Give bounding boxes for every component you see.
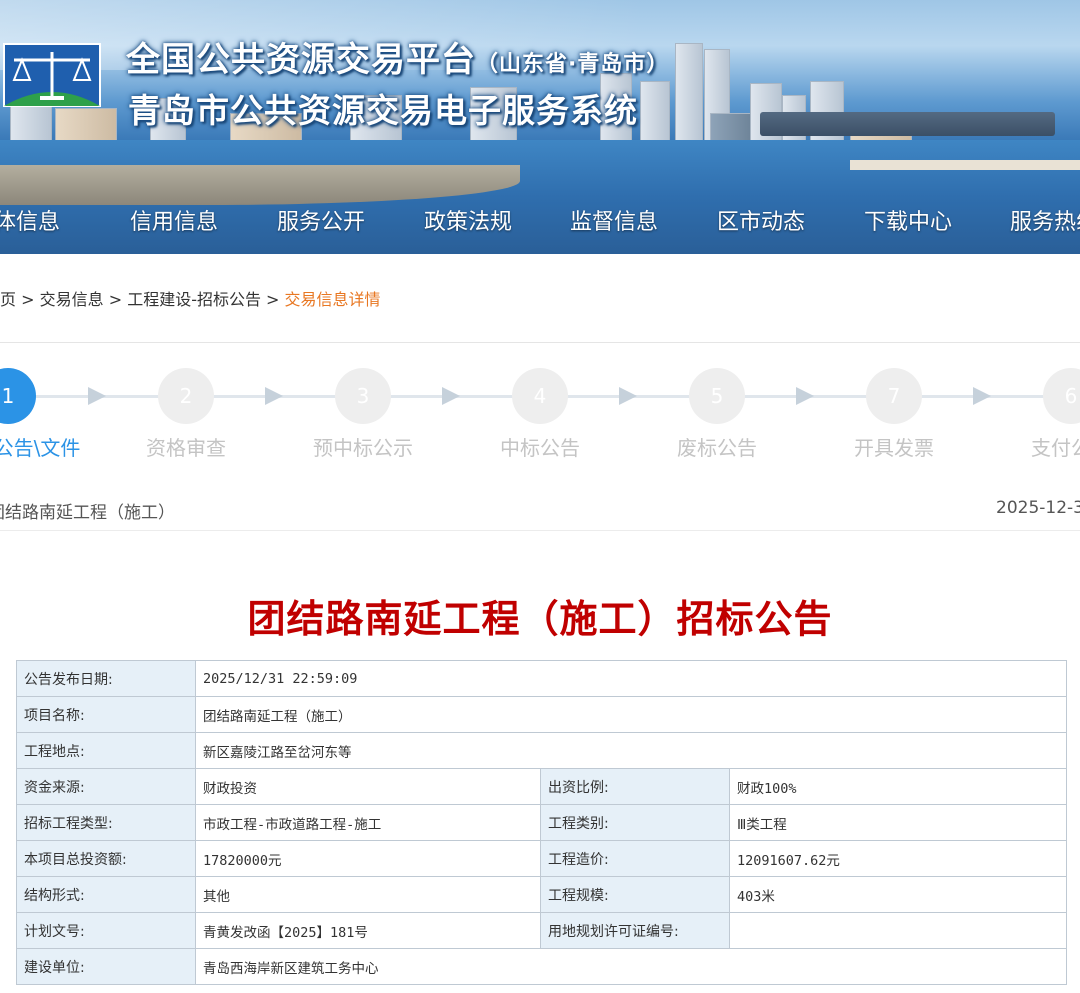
step-6-circle[interactable]: 6 [1043, 368, 1080, 424]
step-7-circle[interactable]: 7 [866, 368, 922, 424]
project-name-label: 项目名称: [16, 696, 196, 733]
plan-doc-value: 青黄发改函【2025】181号 [195, 912, 541, 949]
system-title: 青岛市公共资源交易电子服务系统 [128, 91, 638, 130]
step-1-circle[interactable]: 1 [0, 368, 36, 424]
project-category-value: Ⅲ类工程 [728, 804, 1068, 841]
pier-decoration [760, 112, 1055, 136]
breadcrumb-separator: > [16, 290, 40, 309]
structure-label: 结构形式: [16, 876, 196, 913]
nav-item-service-hotline[interactable]: 服务热线 [1010, 204, 1080, 236]
publish-date-value: 2025/12/31 22:59:09 [194, 660, 1068, 697]
builder-label: 建设单位: [16, 948, 196, 985]
project-category-label: 工程类别: [540, 804, 730, 841]
land-permit-label: 用地规划许可证编号: [540, 912, 730, 949]
table-row: 资金来源: 财政投资 出资比例: 财政100% [16, 768, 1068, 805]
project-cost-value: 12091607.62元 [728, 840, 1068, 877]
fund-source-value: 财政投资 [195, 768, 541, 805]
step-1-label[interactable]: 公告\文件 [0, 432, 117, 461]
bid-type-label: 招标工程类型: [16, 804, 196, 841]
step-arrow-icon [88, 387, 106, 405]
nav-item-policy-law[interactable]: 政策法规 [424, 204, 512, 236]
publish-date-label: 公告发布日期: [16, 660, 196, 697]
nav-item-download-center[interactable]: 下载中心 [864, 204, 952, 236]
main-nav: 主体信息 信用信息 服务公开 政策法规 监督信息 区市动态 下载中心 服务热线 [0, 196, 1080, 248]
table-row: 建设单位: 青岛西海岸新区建筑工务中心 [16, 948, 1068, 985]
step-7-label[interactable]: 开具发票 [814, 432, 974, 461]
breadcrumb-separator: > [260, 290, 285, 309]
fund-source-label: 资金来源: [16, 768, 196, 805]
project-cost-label: 工程造价: [540, 840, 730, 877]
step-4-circle[interactable]: 4 [512, 368, 568, 424]
step-6-label[interactable]: 支付公告 [990, 432, 1080, 461]
step-5-label[interactable]: 废标公告 [637, 432, 797, 461]
table-row: 结构形式: 其他 工程规模: 403米 [16, 876, 1068, 913]
divider [0, 342, 1080, 343]
step-arrow-icon [973, 387, 991, 405]
land-permit-value [728, 912, 1068, 949]
step-arrow-icon [265, 387, 283, 405]
platform-title-region: （山东省·青岛市） [476, 52, 670, 77]
total-investment-value: 17820000元 [195, 840, 541, 877]
breadcrumb: 首页 > 交易信息 > 工程建设-招标公告 > 交易信息详情 [0, 286, 381, 310]
table-row: 本项目总投资额: 17820000元 工程造价: 12091607.62元 [16, 840, 1068, 877]
step-4-label[interactable]: 中标公告 [460, 432, 620, 461]
divider [0, 530, 1080, 531]
total-investment-label: 本项目总投资额: [16, 840, 196, 877]
notice-title: 团结路南延工程（施工）招标公告 [247, 597, 833, 641]
publish-date-bar: 2025-12-31 [996, 498, 1080, 518]
step-3-circle[interactable]: 3 [335, 368, 391, 424]
step-3-label[interactable]: 预中标公示 [283, 432, 443, 461]
breadcrumb-separator: > [103, 290, 128, 309]
nav-item-credit-info[interactable]: 信用信息 [130, 204, 218, 236]
header-banner: 全国公共资源交易平台（山东省·青岛市） 青岛市公共资源交易电子服务系统 主体信息… [0, 0, 1080, 254]
fund-ratio-value: 财政100% [728, 768, 1068, 805]
step-arrow-icon [619, 387, 637, 405]
step-2-circle[interactable]: 2 [158, 368, 214, 424]
nav-item-service-disclosure[interactable]: 服务公开 [277, 204, 365, 236]
table-row: 招标工程类型: 市政工程-市政道路工程-施工 工程类别: Ⅲ类工程 [16, 804, 1068, 841]
project-title-bar: 团结路南延工程（施工） [0, 503, 175, 523]
breadcrumb-current: 交易信息详情 [284, 290, 381, 309]
nav-item-supervision-info[interactable]: 监督信息 [570, 204, 658, 236]
site-logo[interactable] [0, 38, 104, 118]
project-detail-table: 公告发布日期: 2025/12/31 22:59:09 项目名称: 团结路南延工… [16, 660, 1068, 985]
step-2-label[interactable]: 资格审查 [106, 432, 266, 461]
breadcrumb-engineering-bid[interactable]: 工程建设-招标公告 [127, 290, 261, 309]
location-value: 新区嘉陵江路至岔河东等 [194, 732, 1068, 769]
step-arrow-icon [442, 387, 460, 405]
table-row: 项目名称: 团结路南延工程（施工） [16, 696, 1068, 733]
table-row: 公告发布日期: 2025/12/31 22:59:09 [16, 660, 1068, 697]
builder-value: 青岛西海岸新区建筑工务中心 [194, 948, 1068, 985]
scale-value: 403米 [728, 876, 1068, 913]
project-name-value: 团结路南延工程（施工） [194, 696, 1068, 733]
breadcrumb-home[interactable]: 首页 [0, 290, 16, 309]
platform-title-main: 全国公共资源交易平台 [126, 40, 476, 80]
process-steps: 1 2 3 4 5 7 6 公告\文件 资格审查 预中标公示 中标公告 废标公告… [0, 360, 1080, 470]
nav-item-subject-info[interactable]: 主体信息 [0, 204, 60, 236]
table-row: 计划文号: 青黄发改函【2025】181号 用地规划许可证编号: [16, 912, 1068, 949]
platform-title: 全国公共资源交易平台（山东省·青岛市） [126, 32, 669, 81]
pier-decoration [850, 160, 1080, 170]
nav-item-district-news[interactable]: 区市动态 [717, 204, 805, 236]
table-row: 工程地点: 新区嘉陵江路至岔河东等 [16, 732, 1068, 769]
step-5-circle[interactable]: 5 [689, 368, 745, 424]
scale-label: 工程规模: [540, 876, 730, 913]
location-label: 工程地点: [16, 732, 196, 769]
bid-type-value: 市政工程-市政道路工程-施工 [195, 804, 541, 841]
fund-ratio-label: 出资比例: [540, 768, 730, 805]
breadcrumb-trade-info[interactable]: 交易信息 [40, 290, 104, 309]
structure-value: 其他 [195, 876, 541, 913]
step-arrow-icon [796, 387, 814, 405]
plan-doc-label: 计划文号: [16, 912, 196, 949]
